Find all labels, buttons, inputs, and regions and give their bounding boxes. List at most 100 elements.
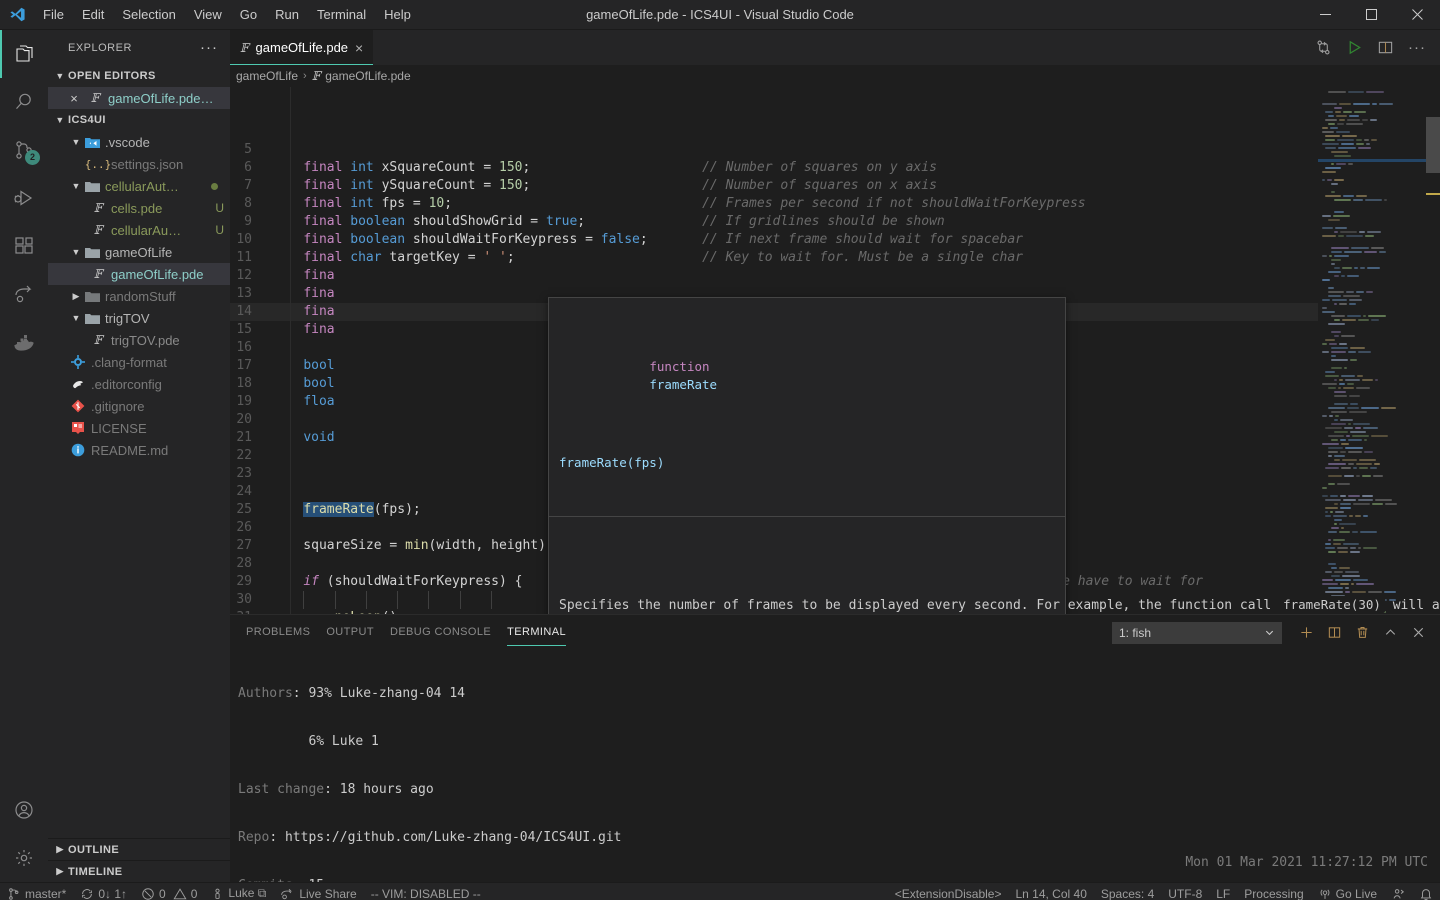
activity-bar-bottom[interactable] xyxy=(0,786,48,882)
activity-live-share[interactable] xyxy=(0,270,48,318)
code-editor[interactable]: 5 6 final int xSquareCount = 150; // Numbe… xyxy=(230,87,1440,614)
line-text[interactable]: final boolean shouldShowGrid = true; // I… xyxy=(272,213,944,231)
editor-actions[interactable]: ··· xyxy=(1301,30,1440,65)
code-line[interactable]: 6 final int xSquareCount = 150; // Number… xyxy=(230,159,1318,177)
line-text[interactable]: if (shouldWaitForKeypress) {// Don't aut… xyxy=(272,573,1203,591)
activity-explorer[interactable] xyxy=(0,30,48,78)
line-text[interactable]: boolCells to show xyxy=(272,357,804,375)
code-line[interactable]: 10 final boolean shouldWaitForKeypress =… xyxy=(230,231,1318,249)
code-line[interactable]: 8 final int fps = 10; // Frames per secon… xyxy=(230,195,1318,213)
menu-edit[interactable]: Edit xyxy=(73,3,113,26)
kill-terminal-icon[interactable] xyxy=(1348,619,1376,647)
activity-extensions[interactable] xyxy=(0,222,48,270)
activity-source-control[interactable]: 2 xyxy=(0,126,48,174)
panel-tab-output[interactable]: OUTPUT xyxy=(318,615,382,650)
activity-settings[interactable] xyxy=(0,834,48,882)
status-remote-user[interactable]: Luke ⧉ xyxy=(204,883,273,900)
more-actions-icon[interactable]: ··· xyxy=(1408,40,1426,55)
line-text[interactable]: fina xyxy=(272,267,334,285)
menu-run[interactable]: Run xyxy=(266,3,308,26)
open-editors-section[interactable]: ▼ OPEN EDITORS xyxy=(48,65,230,87)
status-notifications[interactable] xyxy=(1412,883,1440,900)
status-go-live[interactable]: Go Live xyxy=(1311,883,1384,900)
terminal-selector-dropdown[interactable]: 1: fish xyxy=(1112,621,1282,644)
status-branch[interactable]: master* xyxy=(0,883,73,900)
status-problems[interactable]: 0 0 xyxy=(134,883,204,900)
tree-item-gameoflife-folder[interactable]: ▼ gameOfLife xyxy=(48,241,230,263)
menu-bar[interactable]: File Edit Selection View Go Run Terminal… xyxy=(34,3,420,26)
menu-go[interactable]: Go xyxy=(231,3,266,26)
menu-selection[interactable]: Selection xyxy=(113,3,184,26)
tree-item-editorconfig[interactable]: .editorconfig xyxy=(48,373,230,395)
code-line[interactable]: 11 final char targetKey = ' '; // Key to … xyxy=(230,249,1318,267)
status-language-mode[interactable]: Processing xyxy=(1237,883,1310,900)
menu-help[interactable]: Help xyxy=(375,3,420,26)
line-text[interactable]: noLoop(); xyxy=(272,609,405,614)
menu-file[interactable]: File xyxy=(34,3,73,26)
code-line[interactable]: 12 fina xyxy=(230,267,1318,285)
project-section[interactable]: ▼ ICS4UI xyxy=(48,109,230,131)
activity-accounts[interactable] xyxy=(0,786,48,834)
status-extension-disable[interactable]: <ExtensionDisable> xyxy=(888,883,1009,900)
panel-tab-debug-console[interactable]: DEBUG CONSOLE xyxy=(382,615,499,650)
panel-tab-terminal[interactable]: TERMINAL xyxy=(499,615,574,650)
line-text[interactable]: finan to set a square to live xyxy=(272,321,897,339)
code-content[interactable]: 5 6 final int xSquareCount = 150; // Numbe… xyxy=(230,87,1440,614)
activity-docker[interactable] xyxy=(0,318,48,366)
status-cursor-position[interactable]: Ln 14, Col 40 xyxy=(1008,883,1093,900)
tree-item-clang-format[interactable]: .clang-format xyxy=(48,351,230,373)
breadcrumb-folder[interactable]: gameOfLife xyxy=(236,69,298,83)
split-terminal-icon[interactable] xyxy=(1320,619,1348,647)
split-diff-icon[interactable] xyxy=(1315,39,1332,56)
status-eol[interactable]: LF xyxy=(1209,883,1237,900)
close-panel-icon[interactable] xyxy=(1404,619,1432,647)
outline-panel-header[interactable]: ▶ OUTLINE xyxy=(48,838,230,860)
tree-item-randomstuff[interactable]: ▶ randomStuff xyxy=(48,285,230,307)
activity-bar[interactable]: 2 xyxy=(0,30,48,882)
line-text[interactable]: fina xyxy=(272,285,334,303)
tree-item-trigtov-folder[interactable]: ▼ trigTOV xyxy=(48,307,230,329)
code-line[interactable]: 9 final boolean shouldShowGrid = true; //… xyxy=(230,213,1318,231)
code-line[interactable]: 5 xyxy=(230,141,1318,159)
status-encoding[interactable]: UTF-8 xyxy=(1161,883,1209,900)
status-vim-mode[interactable]: -- VIM: DISABLED -- xyxy=(364,883,488,900)
line-text[interactable]: final int ySquareCount = 150; // Number o… xyxy=(272,177,937,195)
maximize-icon[interactable] xyxy=(1348,0,1394,30)
open-editor-item[interactable]: × 𝔽 gameOfLife.pde… xyxy=(48,87,230,109)
editor-scrollbar-thumb[interactable] xyxy=(1426,117,1440,173)
minimap[interactable] xyxy=(1318,87,1440,614)
status-sync[interactable]: 0↓ 1↑ xyxy=(73,883,134,900)
close-icon[interactable] xyxy=(1394,0,1440,30)
line-text[interactable]: boolCells to update xyxy=(272,375,819,393)
tree-item-vscode[interactable]: ▼ .vscode xyxy=(48,131,230,153)
tree-item-settings-json[interactable]: {..} settings.json xyxy=(48,153,230,175)
timeline-panel-header[interactable]: ▶ TIMELINE xyxy=(48,860,230,882)
tab-close-icon[interactable]: × xyxy=(355,41,363,55)
tree-item-readme[interactable]: README.md xyxy=(48,439,230,461)
menu-view[interactable]: View xyxy=(185,3,231,26)
tree-item-trigtov-pde[interactable]: 𝔽 trigTOV.pde xyxy=(48,329,230,351)
panel-tab-problems[interactable]: PROBLEMS xyxy=(238,615,318,650)
split-editor-icon[interactable] xyxy=(1377,39,1394,56)
tree-item-license[interactable]: LICENSE xyxy=(48,417,230,439)
activity-search[interactable] xyxy=(0,78,48,126)
status-feedback[interactable] xyxy=(1384,883,1412,900)
tree-item-cellularaut[interactable]: ▼ cellularAut… xyxy=(48,175,230,197)
tree-item-gitignore[interactable]: .gitignore xyxy=(48,395,230,417)
new-terminal-icon[interactable] xyxy=(1292,619,1320,647)
close-icon[interactable]: × xyxy=(66,90,82,106)
breadcrumb-file[interactable]: gameOfLife.pde xyxy=(325,69,410,83)
line-text[interactable]: final int fps = 10; // Frames per second … xyxy=(272,195,1085,213)
menu-terminal[interactable]: Terminal xyxy=(308,3,375,26)
tree-item-gameoflife-pde[interactable]: 𝔽 gameOfLife.pde xyxy=(48,263,230,285)
window-controls[interactable] xyxy=(1302,0,1440,30)
activity-run-and-debug[interactable] xyxy=(0,174,48,222)
tab-gameoflife-pde[interactable]: 𝔽 gameOfLife.pde × xyxy=(230,30,375,65)
maximize-panel-icon[interactable] xyxy=(1376,619,1404,647)
tree-item-cellularau-pde[interactable]: 𝔽 cellularAu… U xyxy=(48,219,230,241)
status-live-share[interactable]: Live Share xyxy=(273,883,363,900)
line-text[interactable]: frameRate(fps); xyxy=(272,501,421,519)
breadcrumb[interactable]: gameOfLife › 𝔽 gameOfLife.pde xyxy=(230,65,1440,87)
line-text[interactable]: finard" | "random" xyxy=(272,303,811,321)
status-indentation[interactable]: Spaces: 4 xyxy=(1094,883,1161,900)
